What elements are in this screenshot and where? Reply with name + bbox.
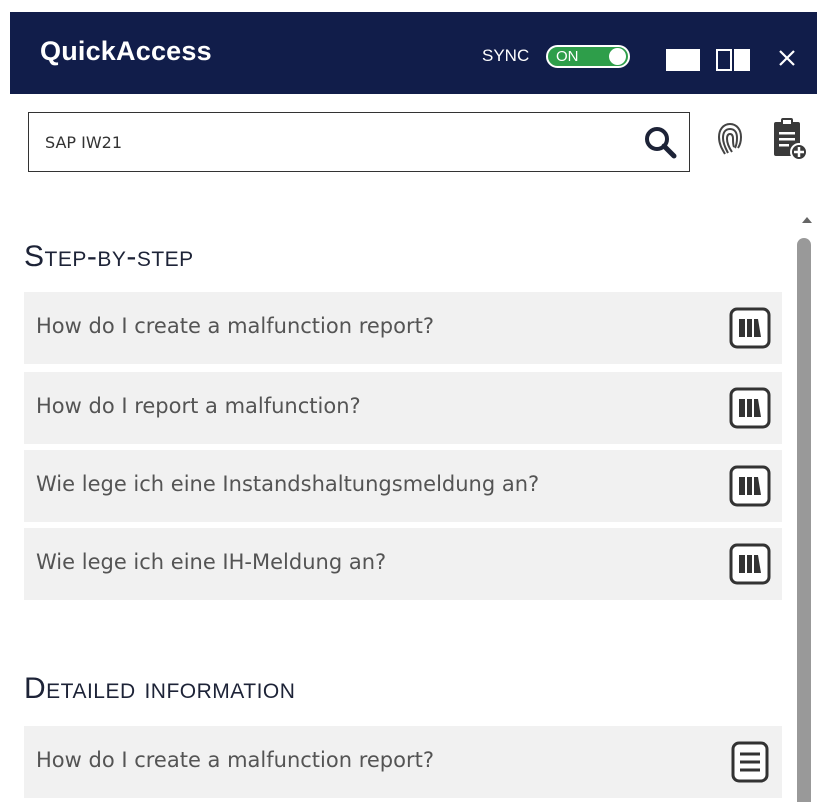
toggle-knob: [609, 48, 626, 65]
item-label: How do I create a malfunction report?: [36, 314, 434, 338]
close-icon[interactable]: [773, 40, 803, 74]
item-label: Wie lege ich eine Instandshaltungsmeldun…: [36, 472, 540, 496]
header-bar: QuickAccess SYNC ON: [10, 12, 817, 94]
scrollbar-thumb[interactable]: [797, 238, 811, 802]
book-icon: [728, 464, 772, 508]
document-icon: [728, 740, 772, 784]
item-label: Wie lege ich eine IH-Meldung an?: [36, 550, 387, 574]
item-label: How do I create a malfunction report?: [36, 748, 434, 772]
fingerprint-icon[interactable]: [714, 118, 746, 160]
app-title: QuickAccess: [40, 36, 212, 66]
list-item[interactable]: Wie lege ich eine IH-Meldung an?: [24, 528, 782, 600]
sync-toggle[interactable]: ON: [546, 45, 630, 68]
list-item[interactable]: How do I create a malfunction report?: [24, 726, 782, 798]
clipboard-add-icon[interactable]: [771, 114, 808, 162]
search-icon[interactable]: [643, 125, 677, 159]
list-item[interactable]: How do I create a malfunction report?: [24, 292, 782, 364]
book-icon: [728, 542, 772, 586]
full-view-icon[interactable]: [666, 49, 700, 71]
item-label: How do I report a malfunction?: [36, 394, 361, 418]
book-icon: [728, 306, 772, 350]
sync-toggle-state: ON: [556, 48, 579, 65]
search-box: [28, 112, 690, 172]
section-title-detailed-information: Detailed information: [24, 672, 296, 705]
search-input[interactable]: [45, 127, 615, 157]
list-item[interactable]: How do I report a malfunction?: [24, 372, 782, 444]
split-view-icon[interactable]: [716, 49, 750, 71]
scroll-up-arrow-icon[interactable]: [800, 212, 814, 226]
sync-label: SYNC: [482, 46, 530, 65]
section-title-step-by-step: Step-by-step: [24, 240, 194, 273]
book-icon: [728, 386, 772, 430]
list-item[interactable]: Wie lege ich eine Instandshaltungsmeldun…: [24, 450, 782, 522]
